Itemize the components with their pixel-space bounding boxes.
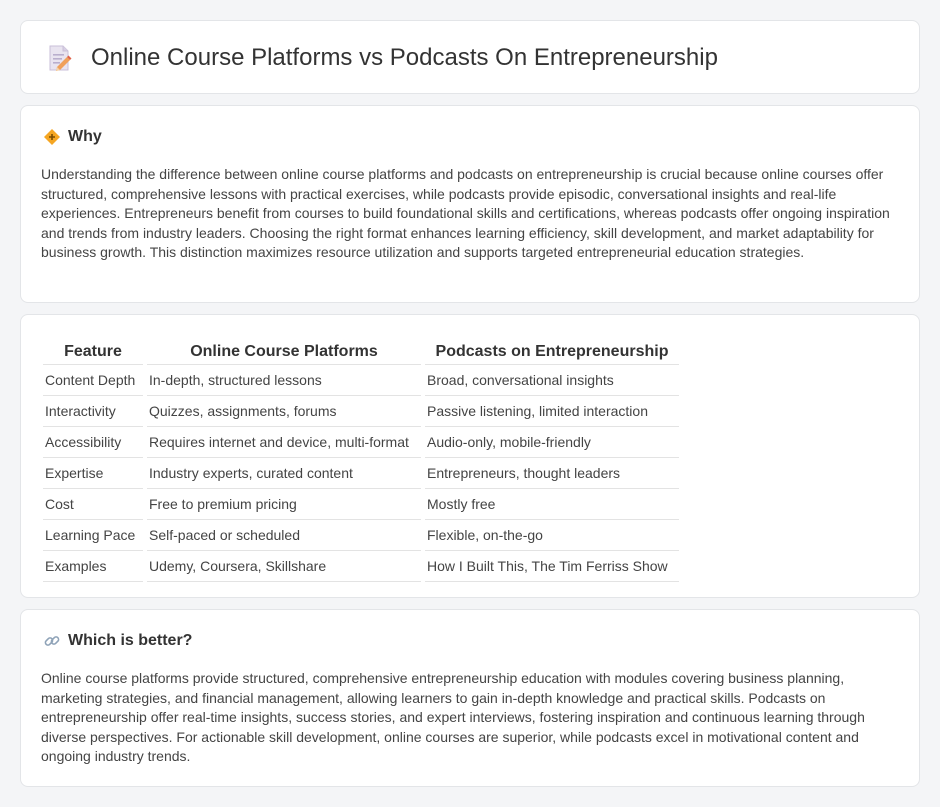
comparison-table: Feature Online Course Platforms Podcasts… — [39, 335, 683, 582]
why-heading: Why — [43, 127, 102, 147]
diamond-warning-icon — [44, 129, 60, 145]
table-row: Cost Free to premium pricing Mostly free — [43, 489, 679, 520]
better-heading: Which is better? — [43, 631, 192, 651]
better-text: Online course platforms provide structur… — [41, 670, 865, 764]
cell-podcasts: Entrepreneurs, thought leaders — [425, 458, 679, 489]
cell-online-courses: Industry experts, curated content — [147, 458, 421, 489]
better-title: Which is better? — [68, 632, 193, 649]
cell-online-courses: Requires internet and device, multi-form… — [147, 427, 421, 458]
better-card: Which is better? Online course platforms… — [20, 609, 920, 787]
page-title: Online Course Platforms vs Podcasts On E… — [91, 44, 718, 71]
link-icon — [44, 636, 60, 646]
cell-online-courses: Quizzes, assignments, forums — [147, 396, 421, 427]
title-row: Online Course Platforms vs Podcasts On E… — [47, 43, 718, 73]
table-header-row: Feature Online Course Platforms Podcasts… — [43, 335, 679, 365]
table-row: Examples Udemy, Coursera, Skillshare How… — [43, 551, 679, 582]
why-text: Understanding the difference between onl… — [41, 166, 890, 260]
cell-online-courses: Self-paced or scheduled — [147, 520, 421, 551]
table-row: Expertise Industry experts, curated cont… — [43, 458, 679, 489]
cell-podcasts: Passive listening, limited interaction — [425, 396, 679, 427]
table-card: Feature Online Course Platforms Podcasts… — [20, 314, 920, 598]
why-title: Why — [68, 128, 102, 145]
header-feature: Feature — [43, 335, 143, 365]
table-row: Accessibility Requires internet and devi… — [43, 427, 679, 458]
cell-online-courses: Udemy, Coursera, Skillshare — [147, 551, 421, 582]
table-row: Content Depth In-depth, structured lesso… — [43, 365, 679, 396]
cell-feature: Expertise — [43, 458, 143, 489]
header-podcasts: Podcasts on Entrepreneurship — [425, 335, 679, 365]
cell-podcasts: Audio-only, mobile-friendly — [425, 427, 679, 458]
cell-podcasts: Flexible, on-the-go — [425, 520, 679, 551]
cell-feature: Cost — [43, 489, 143, 520]
cell-feature: Examples — [43, 551, 143, 582]
document-pencil-icon — [49, 45, 72, 71]
cell-podcasts: Mostly free — [425, 489, 679, 520]
why-card: Why Understanding the difference between… — [20, 105, 920, 303]
cell-online-courses: Free to premium pricing — [147, 489, 421, 520]
table-row: Learning Pace Self-paced or scheduled Fl… — [43, 520, 679, 551]
cell-feature: Learning Pace — [43, 520, 143, 551]
cell-feature: Interactivity — [43, 396, 143, 427]
title-card: Online Course Platforms vs Podcasts On E… — [20, 20, 920, 94]
cell-feature: Accessibility — [43, 427, 143, 458]
cell-podcasts: Broad, conversational insights — [425, 365, 679, 396]
cell-feature: Content Depth — [43, 365, 143, 396]
cell-online-courses: In-depth, structured lessons — [147, 365, 421, 396]
header-online-courses: Online Course Platforms — [147, 335, 421, 365]
table-row: Interactivity Quizzes, assignments, foru… — [43, 396, 679, 427]
cell-podcasts: How I Built This, The Tim Ferriss Show — [425, 551, 679, 582]
